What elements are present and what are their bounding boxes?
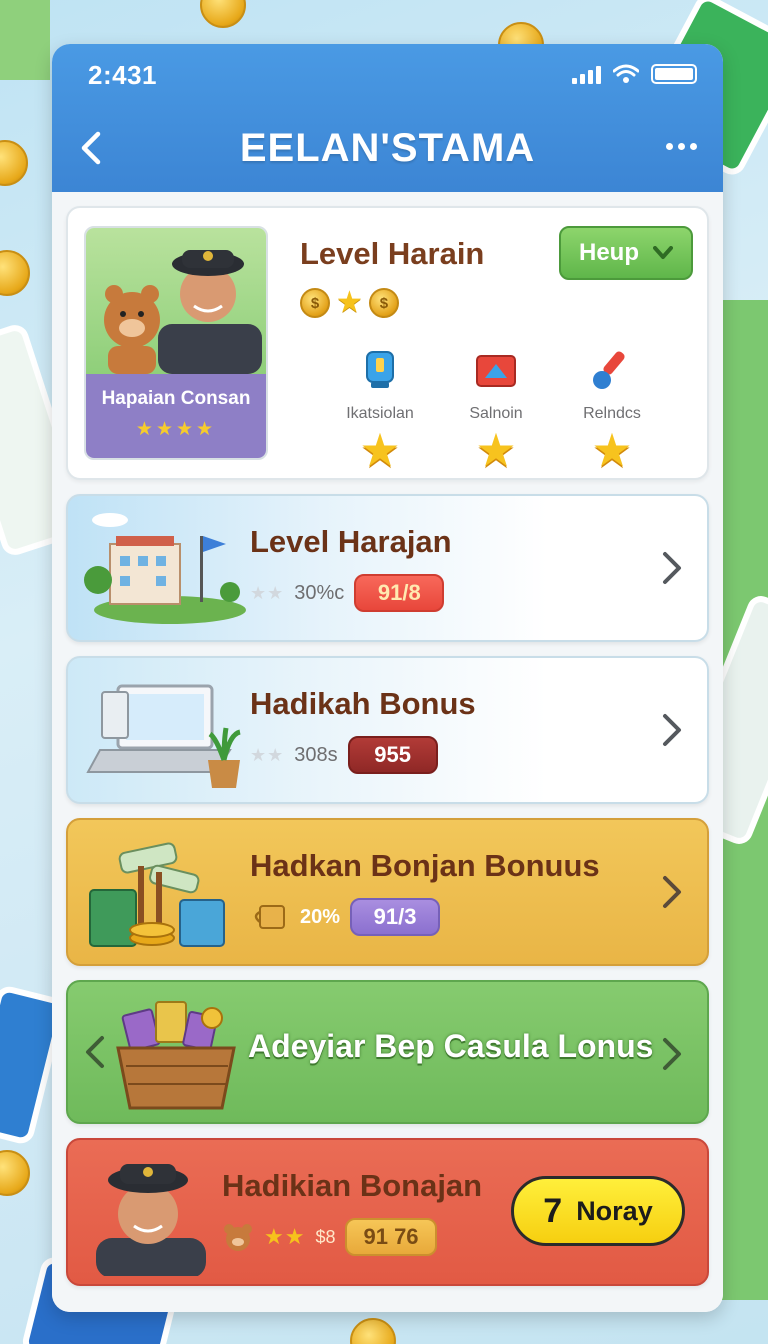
back-icon[interactable]	[78, 130, 106, 166]
trophy-icon	[366, 351, 394, 388]
coin-icon: $	[300, 288, 330, 318]
coin-icon	[0, 250, 30, 296]
avatar-name-box: Hapaian Consan ★★★★	[86, 374, 266, 458]
chevron-down-icon	[653, 246, 673, 259]
progress-badge: 955	[347, 736, 438, 774]
status-bar: 2:431	[52, 44, 723, 104]
rating-stars: ★★	[250, 582, 285, 603]
coin-icon	[350, 1318, 396, 1344]
level-title: Level Harain	[300, 236, 485, 271]
card-title: Adeyiar Bep Casula Lonus	[248, 1028, 654, 1064]
card-title: Level Harajan	[250, 524, 452, 559]
more-icon[interactable]	[661, 134, 701, 158]
card-meta: ★★ 30%c 91/8	[250, 574, 445, 612]
brush-icon	[593, 351, 625, 389]
coin-icon: $	[368, 288, 399, 318]
claim-button[interactable]: 7 Noray	[511, 1176, 685, 1246]
list-item-bonus[interactable]: Hadikah Bonus ★★ 308s 955	[66, 656, 709, 804]
bear-icon	[224, 1224, 252, 1251]
coin-icon	[0, 1150, 30, 1196]
reward-row: $ ★ $	[300, 288, 399, 318]
card-meta-text: $8	[315, 1226, 336, 1247]
card-meta: 20% 91/3	[250, 898, 441, 936]
skill-item[interactable]: Salnoin ★	[446, 348, 546, 473]
card-title: Hadkan Bonjan Bonuus	[250, 848, 600, 883]
skill-label: Salnoin	[469, 405, 523, 422]
chevron-right-icon	[663, 552, 681, 584]
main-content: Hapaian Consan ★★★★ Level Harain $ ★ $ H…	[52, 192, 723, 1312]
app-header: 2:431 EELAN'STAMA	[52, 44, 723, 192]
status-icons	[572, 64, 697, 84]
avatar-illustration	[86, 228, 266, 374]
avatar[interactable]: Hapaian Consan ★★★★	[84, 226, 268, 460]
chevron-right-icon	[663, 876, 681, 908]
officer-avatar	[96, 1164, 206, 1276]
basket-icon	[116, 1001, 236, 1110]
card-meta: ★★ $8 91 76	[222, 1218, 437, 1256]
signal-icon	[572, 66, 601, 84]
battery-icon	[651, 64, 697, 84]
progress-badge: 91/8	[354, 574, 445, 612]
progress-badge: 91 76	[345, 1218, 437, 1256]
rating-stars: ★★	[264, 1224, 306, 1249]
list-item-claim[interactable]: Hadikian Bonajan ★★ $8 91 76 7 Noray	[66, 1138, 709, 1286]
skill-item[interactable]: Relndcs ★	[562, 348, 662, 473]
card-icon	[476, 355, 516, 387]
school-icon	[84, 513, 246, 624]
help-dropdown-button[interactable]: Heup	[559, 226, 693, 280]
skill-label: Ikatsiolan	[346, 405, 414, 422]
list-item-basket-bonus[interactable]: Adeyiar Bep Casula Lonus	[66, 980, 709, 1124]
coin-icon	[200, 0, 246, 28]
background-decoration	[0, 0, 50, 80]
chevron-right-icon	[663, 1038, 681, 1070]
chevron-left-icon[interactable]	[82, 1032, 108, 1072]
card-meta: ★★ 308s 955	[250, 736, 438, 774]
star-icon: ★	[359, 424, 401, 476]
nav-bar: EELAN'STAMA	[52, 104, 723, 192]
cup-icon	[254, 905, 285, 929]
progress-badge: 91/3	[350, 898, 441, 936]
app-window: 2:431 EELAN'STAMA Hapaian Consan ★★★★ Le…	[52, 44, 723, 1312]
avatar-stars: ★★★★	[135, 419, 217, 440]
claim-count: 7	[543, 1191, 563, 1230]
wifi-icon	[613, 64, 639, 83]
coin-icon	[0, 140, 28, 186]
status-time: 2:431	[88, 60, 157, 90]
profile-card: Hapaian Consan ★★★★ Level Harain $ ★ $ H…	[66, 206, 709, 480]
skill-item[interactable]: Ikatsiolan ★	[330, 348, 430, 473]
star-icon: ★	[336, 286, 363, 319]
list-item-level[interactable]: Level Harajan ★★ 30%c 91/8	[66, 494, 709, 642]
rating-stars: ★★	[250, 744, 285, 765]
card-title: Hadikah Bonus	[250, 686, 476, 721]
card-meta-text: 30%c	[294, 581, 345, 604]
star-icon: ★	[475, 424, 517, 476]
card-title: Hadikian Bonajan	[222, 1168, 483, 1203]
skill-label: Relndcs	[583, 405, 641, 422]
laptop-icon	[86, 684, 241, 788]
money-pile-icon	[89, 842, 225, 947]
list-item-bonus-gold[interactable]: Hadkan Bonjan Bonuus 20% 91/3	[66, 818, 709, 966]
page-title: EELAN'STAMA	[239, 125, 536, 170]
help-label: Heup	[579, 239, 639, 266]
star-icon: ★	[591, 424, 633, 476]
claim-label: Noray	[576, 1195, 653, 1226]
card-meta-text: 308s	[294, 743, 338, 766]
avatar-name: Hapaian Consan	[101, 388, 251, 409]
card-meta-text: 20%	[300, 905, 341, 928]
chevron-right-icon	[663, 714, 681, 746]
